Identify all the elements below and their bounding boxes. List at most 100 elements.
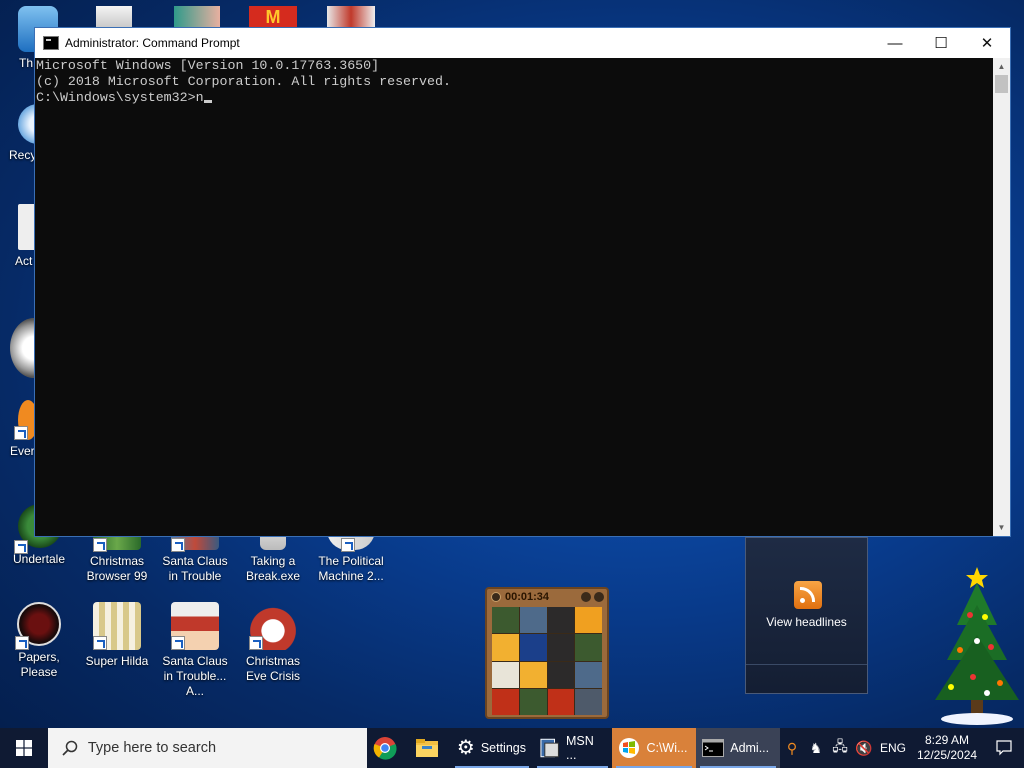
santa-claus-icon xyxy=(171,602,219,650)
start-button[interactable] xyxy=(0,728,48,768)
taskbar-msn[interactable]: MSN ... xyxy=(533,728,613,768)
desktop-icon-label: Santa Claus in Trouble xyxy=(162,554,228,583)
taskbar-command-prompt[interactable]: Admi... xyxy=(696,728,781,768)
desktop-icon-top-4[interactable] xyxy=(327,6,375,28)
command-prompt-window[interactable]: Administrator: Command Prompt — ☐ ✕ Micr… xyxy=(34,27,1011,537)
scroll-up-icon[interactable]: ▲ xyxy=(993,58,1010,75)
puzzle-tile[interactable] xyxy=(492,607,519,634)
puzzle-tile[interactable] xyxy=(575,688,602,715)
search-magnifier-tray-icon[interactable]: ⚲ xyxy=(780,740,804,757)
puzzle-tile[interactable] xyxy=(547,607,575,634)
puzzle-tile[interactable] xyxy=(575,634,602,661)
taskbar-explorer-window[interactable]: C:\Wi... xyxy=(612,728,697,768)
clock-icon xyxy=(491,592,501,602)
picture-puzzle-gadget[interactable]: 00:01:34 xyxy=(485,587,609,719)
desktop-icon-label: Christmas Browser 99 xyxy=(86,554,148,583)
christmas-tree-decoration xyxy=(935,567,1019,725)
desktop-icon-top-3[interactable]: M xyxy=(249,6,297,28)
network-icon[interactable]: 🖧 xyxy=(828,736,852,760)
shuffle-icon[interactable] xyxy=(594,592,604,602)
shortcut-arrow-icon xyxy=(93,636,107,650)
papers-please-icon xyxy=(15,602,61,650)
search-placeholder: Type here to search xyxy=(87,740,217,756)
puzzle-tile[interactable] xyxy=(547,661,575,688)
desktop-icon-label: Papers, Please xyxy=(18,650,60,679)
shortcut-arrow-icon xyxy=(14,540,28,554)
taskbar: Type here to search ⚙ Settings MSN ... C… xyxy=(0,728,1024,768)
cmd-icon xyxy=(702,739,725,757)
search-box[interactable]: Type here to search xyxy=(47,728,367,768)
christmas-eve-crisis-icon xyxy=(249,602,297,650)
scroll-thumb[interactable] xyxy=(995,75,1008,93)
taskbar-item-label: C:\Wi... xyxy=(646,741,688,755)
taskbar-settings[interactable]: ⚙ Settings xyxy=(451,728,533,768)
puzzle-tile[interactable] xyxy=(519,688,547,715)
shortcut-arrow-icon xyxy=(93,538,107,552)
minimize-button[interactable]: — xyxy=(872,28,918,58)
vertical-scrollbar[interactable]: ▲ ▼ xyxy=(993,58,1010,536)
language-indicator[interactable]: ENG xyxy=(876,741,910,755)
scroll-down-icon[interactable]: ▼ xyxy=(993,519,1010,536)
divider xyxy=(746,664,867,665)
desktop-icon-christmas-eve-crisis[interactable]: Christmas Eve Crisis xyxy=(234,602,312,684)
system-tray: ⚲ ♞ 🖧 🔇 ENG 8:29 AM 12/25/2024 xyxy=(780,728,1024,768)
puzzle-tile[interactable] xyxy=(547,634,575,661)
people-icon[interactable]: ♞ xyxy=(804,740,828,757)
puzzle-tile[interactable] xyxy=(575,607,602,634)
puzzle-toolbar: 00:01:34 xyxy=(487,589,607,605)
clock[interactable]: 8:29 AM 12/25/2024 xyxy=(910,733,984,763)
puzzle-tile[interactable] xyxy=(519,634,547,661)
desktop-icon-label: The Political Machine 2... xyxy=(318,554,384,583)
taskbar-file-explorer[interactable] xyxy=(409,728,451,768)
puzzle-timer: 00:01:34 xyxy=(505,591,550,603)
view-headlines-label[interactable]: View headlines xyxy=(746,615,867,629)
desktop-icon-label: Christmas Eve Crisis xyxy=(245,654,300,683)
volume-muted-icon[interactable]: 🔇 xyxy=(852,740,876,757)
puzzle-tile[interactable] xyxy=(492,661,519,688)
taskbar-item-label: Admi... xyxy=(730,741,770,755)
shortcut-arrow-icon xyxy=(14,426,28,440)
chrome-icon xyxy=(373,737,397,760)
title-bar[interactable]: Administrator: Command Prompt — ☐ ✕ xyxy=(35,28,1010,58)
cmd-icon xyxy=(43,36,59,50)
super-hilda-icon xyxy=(93,602,141,650)
shortcut-arrow-icon xyxy=(15,636,29,650)
search-icon xyxy=(62,740,78,756)
desktop-icon-super-hilda[interactable]: Super Hilda xyxy=(78,602,156,669)
windows-logo-icon xyxy=(15,740,32,756)
rss-feed-icon xyxy=(794,581,822,609)
windows-flag-icon xyxy=(619,738,640,758)
console-prompt-line: C:\Windows\system32>n xyxy=(36,90,993,106)
console-output[interactable]: Microsoft Windows [Version 10.0.17763.36… xyxy=(35,58,993,536)
maximize-button[interactable]: ☐ xyxy=(918,28,964,58)
desktop-icon-papers-please[interactable]: Papers, Please xyxy=(0,602,78,680)
puzzle-grid xyxy=(492,607,602,715)
console-line: (c) 2018 Microsoft Corporation. All righ… xyxy=(36,74,451,89)
puzzle-tile[interactable] xyxy=(519,607,547,634)
help-icon[interactable] xyxy=(581,592,591,602)
settings-gear-icon: ⚙ xyxy=(456,737,475,759)
close-button[interactable]: ✕ xyxy=(964,28,1010,58)
clock-time: 8:29 AM xyxy=(925,733,970,747)
shortcut-arrow-icon xyxy=(341,538,355,552)
gadget-icon xyxy=(540,738,559,758)
puzzle-tile[interactable] xyxy=(547,688,575,715)
console-line: Microsoft Windows [Version 10.0.17763.36… xyxy=(36,58,380,73)
desktop-icon-label: Super Hilda xyxy=(85,654,149,668)
puzzle-tile[interactable] xyxy=(492,688,519,715)
msn-headlines-gadget[interactable]: View headlines xyxy=(745,537,868,694)
puzzle-tile[interactable] xyxy=(492,634,519,661)
desktop-icon-santa-claus-in-trouble-again[interactable]: Santa Claus in Trouble... A... xyxy=(156,602,234,699)
notification-center-icon[interactable] xyxy=(984,740,1024,756)
taskbar-chrome[interactable] xyxy=(367,728,409,768)
puzzle-tile[interactable] xyxy=(575,661,602,688)
shortcut-arrow-icon xyxy=(171,636,185,650)
file-explorer-icon xyxy=(415,739,438,757)
taskbar-item-label: Settings xyxy=(480,741,526,755)
window-title: Administrator: Command Prompt xyxy=(65,36,240,50)
console-prompt: C:\Windows\system32>n xyxy=(36,90,204,105)
puzzle-tile[interactable] xyxy=(519,661,547,688)
desktop-icon-top-2[interactable] xyxy=(174,6,220,28)
shortcut-arrow-icon xyxy=(171,538,185,552)
desktop-icon-top-1[interactable] xyxy=(96,6,132,28)
